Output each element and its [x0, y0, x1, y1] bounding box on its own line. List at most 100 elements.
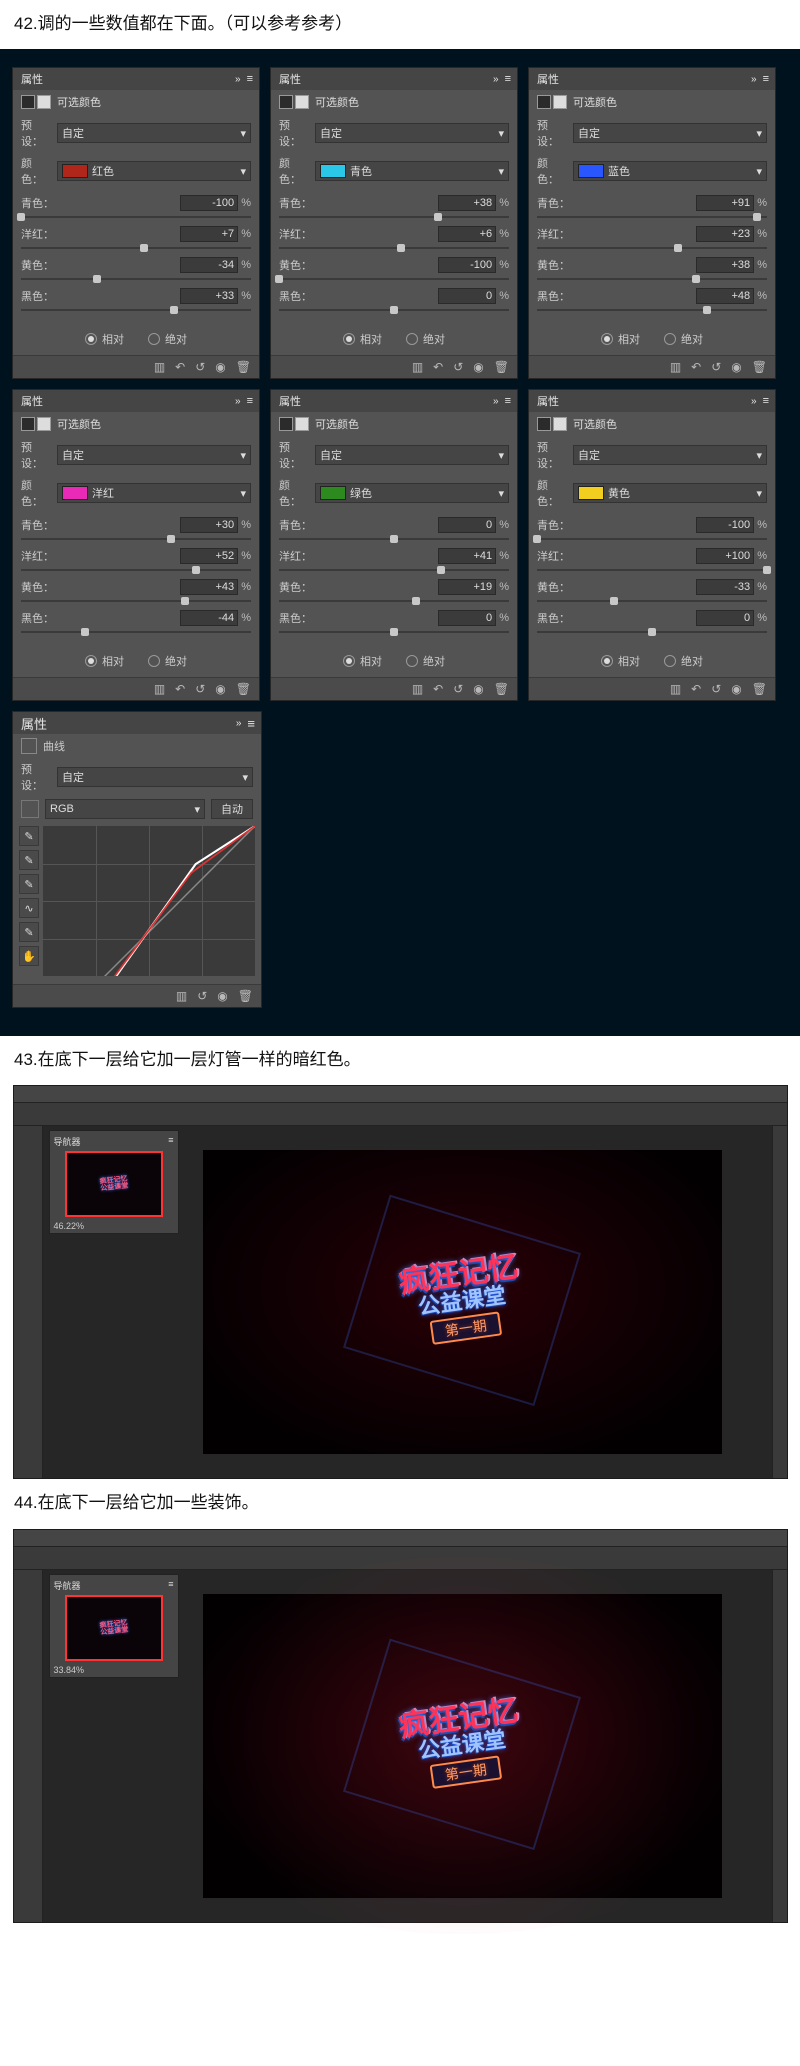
slider-value[interactable]: +43: [180, 579, 238, 595]
slider-value[interactable]: +52: [180, 548, 238, 564]
slider-value[interactable]: +7: [180, 226, 238, 242]
relative-radio[interactable]: 相对: [343, 331, 382, 347]
slider-value[interactable]: +100: [696, 548, 754, 564]
color-dropdown[interactable]: 红色▾: [57, 161, 251, 181]
slider-value[interactable]: +30: [180, 517, 238, 533]
prev-icon[interactable]: ↶: [433, 682, 443, 696]
curve-draw-icon[interactable]: ✎: [19, 922, 39, 942]
panel-collapse-icon[interactable]: »: [236, 718, 242, 729]
preset-dropdown[interactable]: 自定▾: [315, 123, 509, 143]
slider-value[interactable]: 0: [438, 517, 496, 533]
slider-value[interactable]: -100: [180, 195, 238, 211]
clip-icon[interactable]: ▥: [176, 989, 187, 1003]
absolute-radio[interactable]: 绝对: [406, 653, 445, 669]
eyedropper-white-icon[interactable]: ✎: [19, 874, 39, 894]
reset-icon[interactable]: ↺: [711, 360, 721, 374]
prev-icon[interactable]: ↶: [175, 360, 185, 374]
slider-value[interactable]: 0: [438, 288, 496, 304]
absolute-radio[interactable]: 绝对: [148, 653, 187, 669]
color-dropdown[interactable]: 黄色▾: [573, 483, 767, 503]
slider-track[interactable]: [279, 564, 509, 576]
trash-icon[interactable]: 🗑: [236, 682, 251, 696]
visibility-icon[interactable]: ◉: [731, 682, 741, 696]
preset-dropdown[interactable]: 自定▾: [573, 445, 767, 465]
canvas[interactable]: 疯狂记忆 公益课堂 第一期: [203, 1150, 722, 1454]
absolute-radio[interactable]: 绝对: [148, 331, 187, 347]
eyedropper-black-icon[interactable]: ✎: [19, 826, 39, 846]
slider-track[interactable]: [279, 242, 509, 254]
eyedropper-gray-icon[interactable]: ✎: [19, 850, 39, 870]
absolute-radio[interactable]: 绝对: [664, 331, 703, 347]
slider-track[interactable]: [537, 595, 767, 607]
clip-icon[interactable]: ▥: [670, 360, 681, 374]
preset-dropdown[interactable]: 自定▾: [315, 445, 509, 465]
slider-track[interactable]: [537, 626, 767, 638]
options-bar[interactable]: [14, 1103, 787, 1126]
visibility-icon[interactable]: ◉: [215, 360, 225, 374]
trash-icon[interactable]: 🗑: [752, 682, 767, 696]
reset-icon[interactable]: ↺: [195, 682, 205, 696]
absolute-radio[interactable]: 绝对: [664, 653, 703, 669]
visibility-icon[interactable]: ◉: [473, 360, 483, 374]
panel-collapse-icon[interactable]: »: [751, 396, 757, 407]
panel-menu-icon[interactable]: ≡: [247, 395, 253, 407]
slider-track[interactable]: [537, 564, 767, 576]
prev-icon[interactable]: ↶: [691, 360, 701, 374]
color-dropdown[interactable]: 青色▾: [315, 161, 509, 181]
clip-icon[interactable]: ▥: [412, 682, 423, 696]
slider-value[interactable]: -34: [180, 257, 238, 273]
tool-palette[interactable]: [14, 1126, 43, 1478]
trash-icon[interactable]: 🗑: [236, 360, 251, 374]
slider-value[interactable]: +91: [696, 195, 754, 211]
slider-track[interactable]: [279, 304, 509, 316]
slider-value[interactable]: -44: [180, 610, 238, 626]
auto-button[interactable]: 自动: [211, 799, 253, 819]
slider-track[interactable]: [279, 273, 509, 285]
slider-value[interactable]: 0: [438, 610, 496, 626]
clip-icon[interactable]: ▥: [412, 360, 423, 374]
relative-radio[interactable]: 相对: [85, 331, 124, 347]
trash-icon[interactable]: 🗑: [752, 360, 767, 374]
slider-track[interactable]: [21, 533, 251, 545]
preset-dropdown[interactable]: 自定▾: [57, 445, 251, 465]
hand-icon[interactable]: ✋: [19, 946, 39, 966]
clip-icon[interactable]: ▥: [670, 682, 681, 696]
navigator-panel[interactable]: 导航器≡ 疯狂记忆公益课堂 46.22%: [49, 1130, 179, 1234]
visibility-icon[interactable]: ◉: [731, 360, 741, 374]
panel-collapse-icon[interactable]: »: [235, 74, 241, 85]
color-dropdown[interactable]: 洋红▾: [57, 483, 251, 503]
slider-track[interactable]: [21, 564, 251, 576]
visibility-icon[interactable]: ◉: [217, 989, 227, 1003]
slider-track[interactable]: [279, 211, 509, 223]
slider-track[interactable]: [537, 273, 767, 285]
document-area[interactable]: 导航器≡ 疯狂记忆公益课堂 33.84% 疯狂记忆 公益课堂 第一期: [43, 1570, 772, 1922]
slider-track[interactable]: [279, 533, 509, 545]
slider-value[interactable]: +48: [696, 288, 754, 304]
trash-icon[interactable]: 🗑: [494, 682, 509, 696]
slider-value[interactable]: +33: [180, 288, 238, 304]
slider-track[interactable]: [21, 211, 251, 223]
relative-radio[interactable]: 相对: [85, 653, 124, 669]
menu-bar[interactable]: [14, 1530, 787, 1547]
curves-graph[interactable]: [43, 826, 255, 976]
panel-menu-icon[interactable]: ≡: [505, 395, 511, 407]
color-dropdown[interactable]: 蓝色▾: [573, 161, 767, 181]
tool-palette[interactable]: [14, 1570, 43, 1922]
slider-track[interactable]: [21, 595, 251, 607]
slider-value[interactable]: +38: [438, 195, 496, 211]
visibility-icon[interactable]: ◉: [215, 682, 225, 696]
slider-track[interactable]: [537, 242, 767, 254]
canvas[interactable]: 疯狂记忆 公益课堂 第一期: [203, 1594, 722, 1898]
color-dropdown[interactable]: 绿色▾: [315, 483, 509, 503]
slider-track[interactable]: [279, 626, 509, 638]
slider-value[interactable]: -33: [696, 579, 754, 595]
panel-menu-icon[interactable]: ≡: [763, 73, 769, 85]
slider-value[interactable]: +41: [438, 548, 496, 564]
channel-dropdown[interactable]: RGB▾: [45, 799, 205, 819]
reset-icon[interactable]: ↺: [197, 989, 207, 1003]
relative-radio[interactable]: 相对: [601, 653, 640, 669]
panel-collapse-icon[interactable]: »: [493, 74, 499, 85]
reset-icon[interactable]: ↺: [453, 682, 463, 696]
clip-icon[interactable]: ▥: [154, 682, 165, 696]
slider-track[interactable]: [537, 533, 767, 545]
